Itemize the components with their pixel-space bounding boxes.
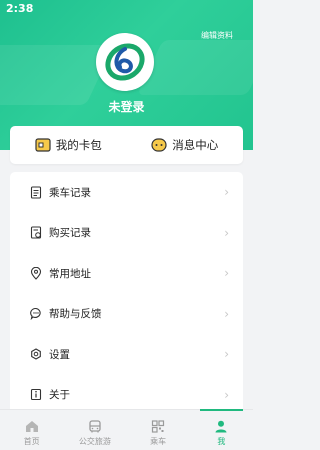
bottom-nav: 首页 公交旅游 乘车 我 xyxy=(0,409,253,450)
menu-item-label: 购买记录 xyxy=(49,227,91,240)
menu-item-common-addresses[interactable]: 常用地址 › xyxy=(10,253,243,294)
location-pin-icon xyxy=(29,266,43,280)
person-icon xyxy=(215,420,227,433)
chevron-right-icon: › xyxy=(224,225,229,240)
menu-item-label: 帮助与反馈 xyxy=(49,308,102,321)
chevron-right-icon: › xyxy=(224,387,229,402)
chevron-right-icon: › xyxy=(224,185,229,200)
menu-item-purchase-records[interactable]: 购买记录 › xyxy=(10,213,243,254)
home-icon xyxy=(25,421,38,432)
menu-item-label: 常用地址 xyxy=(49,267,91,280)
status-bar-time: 2:38 xyxy=(6,2,34,15)
menu-list: 乘车记录 › 购买记录 › 常用地址 › 帮助与反馈 › 设置 › 关于 › xyxy=(10,172,243,422)
message-center-label: 消息中心 xyxy=(172,138,219,152)
menu-item-settings[interactable]: 设置 › xyxy=(10,334,243,375)
avatar[interactable] xyxy=(96,33,154,91)
nav-item-label: 首页 xyxy=(23,437,40,446)
menu-item-label: 乘车记录 xyxy=(49,186,91,199)
qr-code-icon xyxy=(152,420,165,433)
quick-actions-card: 我的卡包 消息中心 xyxy=(10,126,243,164)
document-icon xyxy=(29,185,43,199)
gear-icon xyxy=(29,347,43,361)
menu-item-ride-records[interactable]: 乘车记录 › xyxy=(10,172,243,213)
menu-item-label: 关于 xyxy=(49,389,70,402)
card-wallet-label: 我的卡包 xyxy=(55,138,102,152)
chevron-right-icon: › xyxy=(224,266,229,281)
message-bubble-icon xyxy=(151,138,167,152)
edit-profile-link[interactable]: 编辑资料 xyxy=(201,30,233,41)
nav-item-label: 公交旅游 xyxy=(78,437,111,446)
nav-item-label: 乘车 xyxy=(150,437,167,446)
nav-item-ride[interactable]: 乘车 xyxy=(127,410,190,450)
chat-bubble-icon xyxy=(29,307,43,321)
nav-item-me[interactable]: 我 xyxy=(190,409,253,450)
username[interactable]: 未登录 xyxy=(0,98,253,115)
nav-item-bus-travel[interactable]: 公交旅游 xyxy=(63,410,126,450)
nav-item-home[interactable]: 首页 xyxy=(0,410,63,450)
chevron-right-icon: › xyxy=(224,306,229,321)
message-center-button[interactable]: 消息中心 xyxy=(127,137,244,153)
card-wallet-button[interactable]: 我的卡包 xyxy=(10,137,127,153)
menu-item-help-feedback[interactable]: 帮助与反馈 › xyxy=(10,294,243,335)
info-icon xyxy=(29,388,43,402)
chevron-right-icon: › xyxy=(224,347,229,362)
card-wallet-icon xyxy=(35,138,51,152)
receipt-icon xyxy=(29,226,43,240)
ring-6-logo xyxy=(105,43,145,81)
nav-item-label: 我 xyxy=(217,437,226,446)
menu-item-label: 设置 xyxy=(49,348,70,361)
header-decoration xyxy=(137,40,253,95)
bus-icon xyxy=(89,420,101,433)
